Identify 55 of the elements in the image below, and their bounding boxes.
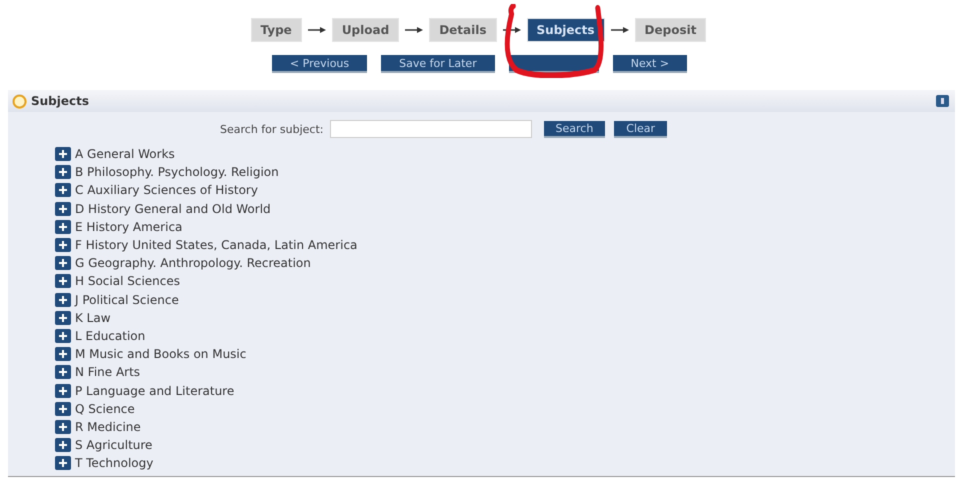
expand-icon[interactable]: [55, 274, 71, 288]
search-label: Search for subject:: [220, 122, 324, 136]
subject-item[interactable]: J Political Science: [75, 292, 179, 307]
arrow-icon: [306, 26, 327, 34]
subject-item[interactable]: E History America: [75, 220, 182, 234]
subject-item[interactable]: T Technology: [75, 456, 154, 470]
step-tab[interactable]: Deposit: [634, 18, 706, 42]
step-tab[interactable]: Details: [429, 18, 497, 42]
expand-icon[interactable]: [55, 456, 71, 470]
nav-button[interactable]: Save for Later: [381, 55, 495, 73]
expand-icon[interactable]: [55, 202, 71, 216]
expand-icon[interactable]: [55, 183, 71, 198]
subject-item[interactable]: S Agriculture: [75, 438, 152, 452]
step-tab[interactable]: Upload: [332, 18, 400, 42]
search-button[interactable]: Clear: [614, 120, 668, 138]
expand-icon[interactable]: [55, 402, 71, 416]
subject-item[interactable]: N Fine Arts: [75, 365, 140, 380]
subject-item[interactable]: F History United States, Canada, Latin America: [75, 238, 358, 252]
subject-item[interactable]: A General Works: [75, 147, 175, 162]
help-icon[interactable]: [936, 95, 949, 107]
nav-button[interactable]: Next >: [612, 55, 688, 73]
expand-icon[interactable]: [55, 328, 71, 343]
arrow-icon: [404, 26, 424, 34]
subject-item[interactable]: R Medicine: [75, 420, 141, 434]
subject-item[interactable]: D History General and Old World: [75, 202, 271, 216]
panel-title: Subjects: [31, 94, 90, 108]
arrow-icon: [502, 26, 522, 34]
subject-item[interactable]: K Law: [75, 310, 111, 325]
subject-item[interactable]: P Language and Literature: [75, 384, 234, 398]
expand-icon[interactable]: [55, 256, 71, 270]
nav-button[interactable]: < Previous: [272, 55, 368, 73]
expand-icon[interactable]: [55, 292, 71, 307]
expand-icon[interactable]: [55, 347, 71, 362]
subject-item[interactable]: H Social Sciences: [75, 274, 180, 288]
step-tab[interactable]: Type: [250, 18, 302, 42]
search-field[interactable]: [330, 120, 532, 138]
expand-icon[interactable]: [55, 420, 71, 434]
expand-icon[interactable]: [55, 310, 71, 325]
subject-item[interactable]: C Auxiliary Sciences of History: [75, 183, 258, 198]
expand-icon[interactable]: [55, 165, 71, 180]
search-button[interactable]: Search: [544, 120, 606, 138]
step-tab[interactable]: Subjects: [526, 18, 605, 42]
expand-icon[interactable]: [55, 238, 71, 252]
subject-item[interactable]: L Education: [75, 328, 146, 343]
subject-item[interactable]: Q Science: [75, 402, 135, 416]
expand-icon[interactable]: [55, 384, 71, 398]
subject-item[interactable]: M Music and Books on Music: [75, 347, 246, 362]
panel-icon: [12, 94, 27, 108]
arrow-icon: [610, 26, 630, 34]
expand-icon[interactable]: [55, 438, 71, 452]
expand-icon[interactable]: [55, 365, 71, 380]
expand-icon[interactable]: [55, 147, 71, 162]
subject-item[interactable]: G Geography. Anthropology. Recreation: [75, 256, 311, 270]
subject-item[interactable]: B Philosophy. Psychology. Religion: [75, 165, 279, 180]
expand-icon[interactable]: [55, 220, 71, 234]
